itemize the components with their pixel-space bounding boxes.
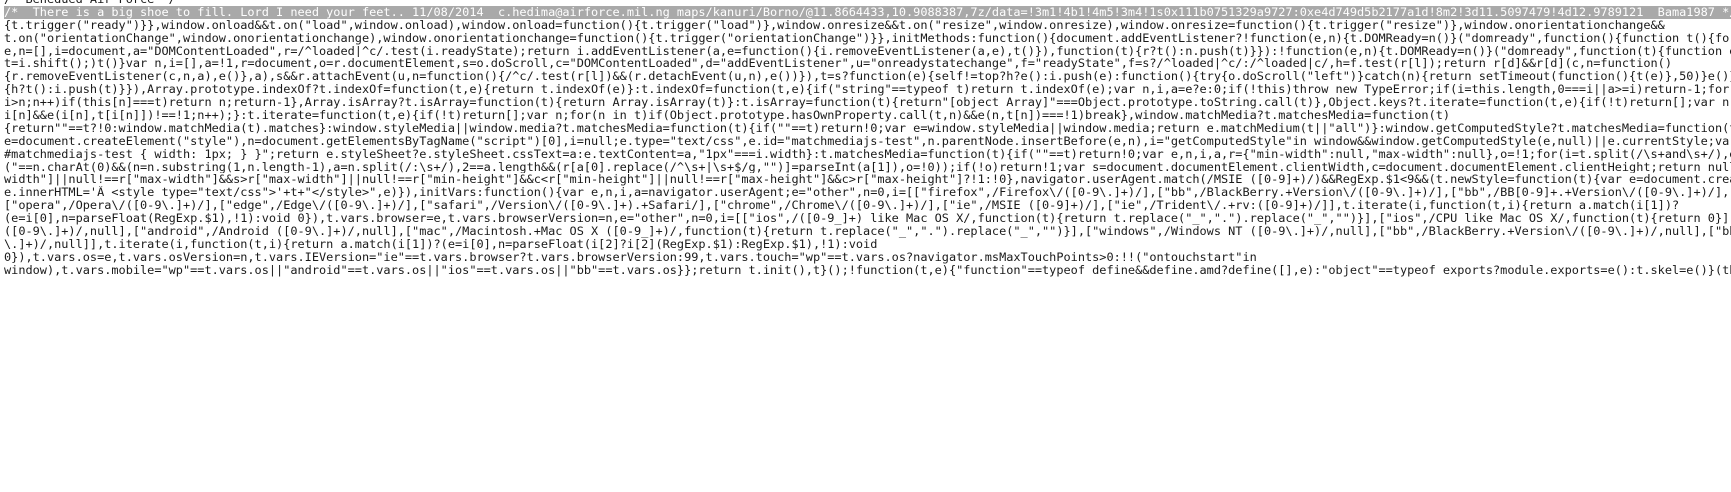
code-line[interactable]: e.innerHTML='Â <style type="text/css">'+… <box>4 186 1731 199</box>
code-line[interactable]: {r.removeEventListener(c,n,a),e()},a),s&… <box>4 70 1731 83</box>
code-line[interactable]: ["opera",/Opera\/([0-9\.]+)/],["edge",/E… <box>4 199 1731 212</box>
code-line[interactable]: window),t.vars.mobile="wp"==t.vars.os||"… <box>4 264 1731 277</box>
code-view: /* Benedued Air Force *//* There is a bi… <box>4 0 1731 277</box>
code-line[interactable]: ([0-9\.]+)/,null],["android",/Android ([… <box>4 225 1731 238</box>
code-line[interactable]: e=document.createElement("style"),n=docu… <box>4 135 1731 148</box>
code-line[interactable]: #matchmediajs-test { width: 1px; } }";re… <box>4 148 1731 161</box>
code-line[interactable]: i[n]&&e(i[n],t[i[n]])!==!1;n++);}:t.iter… <box>4 109 1731 122</box>
code-line[interactable]: 0}),t.vars.os=e,t.vars.osVersion=n,t.var… <box>4 251 1731 264</box>
code-line[interactable]: ("==n.charAt(0)&&(n=n.substring(1,n.leng… <box>4 161 1731 174</box>
code-line[interactable]: t=i.shift();)t()}var n,i=[],a=!1,r=docum… <box>4 57 1731 70</box>
code-line[interactable]: width"]||null!==r["max-width"]&&s>r["max… <box>4 173 1731 186</box>
code-line[interactable]: (e=i[0],n=parseFloat(RegExp.$1),!1):void… <box>4 212 1731 225</box>
selected-code-line[interactable]: /* There is a big shoe to fill. Lord I n… <box>4 5 1731 19</box>
code-line[interactable]: t.on("orientationChange",window.onorient… <box>4 32 1731 45</box>
selected-comment-text: /* There is a big shoe to fill. Lord I n… <box>4 5 1731 19</box>
code-line[interactable]: \.]+)/,null]],t.iterate(i,function(t,i){… <box>4 238 1731 251</box>
code-line[interactable]: e,n=[],i=document,a="DOMContentLoaded",r… <box>4 45 1731 58</box>
code-line[interactable]: {t.trigger("ready")}},window.onload&&t.o… <box>4 19 1731 32</box>
code-line[interactable]: {h?t():i.push(t)}}),Array.prototype.inde… <box>4 83 1731 96</box>
code-line[interactable]: {return""==t?!0:window.matchMedia(t).mat… <box>4 122 1731 135</box>
code-line[interactable]: i>n;n++)if(this[n]===t)return n;return-1… <box>4 96 1731 109</box>
